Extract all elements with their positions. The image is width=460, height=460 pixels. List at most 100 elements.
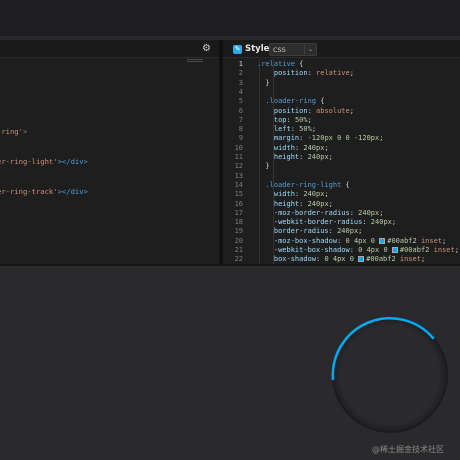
code-line: .loader-ring-light { [257, 180, 350, 190]
code-token: 240px [337, 227, 359, 236]
line-number: 22 [234, 255, 243, 264]
line-number: 20 [234, 236, 243, 245]
code-line: left: 50%; [257, 125, 316, 134]
line-number: 6 [238, 106, 243, 115]
line-number: 11 [234, 153, 243, 161]
code-token: -webkit-border-radius [257, 218, 363, 227]
code-token: .relative [257, 60, 295, 68]
gear-icon[interactable]: ⚙ [202, 42, 211, 56]
code-token: width [257, 143, 295, 152]
html-editor-pane[interactable]: ⚙ -ring'> er-ring-light'></div> er-ring-… [0, 40, 219, 264]
code-line: box-shadow: 0 4px 0 #00abf2 inset; [257, 255, 425, 264]
line-number-gutter: 1 2 3 4 5 6 7 8 9 10 11 12 13 14 15 16 17 18 19 20 21 22 [223, 59, 247, 264]
line-number: 5 [238, 97, 243, 106]
code-line: top: 50%; [257, 116, 312, 125]
code-token: { [316, 97, 325, 106]
code-line: margin: -120px 0 0 -120px; [257, 134, 384, 143]
line-number: 2 [238, 69, 243, 78]
code-line: height: 240px; [257, 200, 333, 209]
code-token: : [349, 208, 359, 217]
css-editor-pane[interactable]: ✎ Style CSS ⌄ 1 2 3 4 5 6 7 8 9 10 11 12 13 14 15 16 17 1… [223, 40, 460, 264]
code-line: width: 240px; [257, 144, 329, 153]
code-token: ; [454, 246, 459, 254]
line-number: 8 [238, 125, 243, 134]
code-line: -moz-border-radius: 240px; [257, 208, 384, 218]
code-token: ; [311, 125, 317, 134]
line-number: 19 [234, 227, 243, 236]
line-number: 12 [234, 162, 243, 171]
code-token: relative [316, 69, 350, 78]
code-token: -moz-box-shadow [257, 236, 338, 245]
line-number: 9 [238, 134, 243, 143]
chevron-down-icon[interactable]: ⌄ [304, 44, 316, 55]
code-token: margin [257, 134, 300, 143]
code-line: -moz-box-shadow: 0 4px 0 #00abf2 inset; [257, 237, 446, 246]
code-token: 240px [303, 190, 325, 199]
code-token: inset [395, 255, 421, 264]
code-token: inset [416, 236, 443, 245]
code-token: .loader-ring-light [257, 180, 342, 189]
code-token: 50% [294, 115, 308, 124]
code-token: ; [391, 218, 397, 227]
code-token: : [290, 125, 300, 134]
code-token: height [257, 153, 300, 161]
html-editor-header: ⚙ [0, 40, 219, 58]
color-swatch[interactable] [358, 256, 365, 263]
code-line: } [257, 78, 270, 88]
language-select[interactable]: CSS ⌄ [269, 43, 317, 56]
css-code-area[interactable]: 1 2 3 4 5 6 7 8 9 10 11 12 13 14 15 16 17 18 19 20 21 22 .rel… [223, 59, 460, 264]
code-token: -120px 0 0 -120px [307, 134, 380, 143]
code-token: ; [324, 143, 329, 152]
line-number: 18 [234, 218, 243, 227]
code-token: -moz-border-radius [257, 208, 350, 217]
code-token: top [257, 115, 287, 124]
code-token: : [362, 218, 371, 227]
code-token: 0 4px 0 [345, 236, 380, 245]
html-code-line: -ring'> [0, 127, 28, 136]
color-swatch[interactable] [379, 237, 386, 244]
code-token: absolute [316, 106, 350, 115]
html-code-lines: -ring'> er-ring-light'></div> er-ring-tr… [0, 107, 88, 217]
line-number: 16 [234, 199, 243, 208]
code-line: position: absolute; [257, 107, 354, 116]
style-icon: ✎ [233, 45, 242, 54]
code-token: position [257, 106, 308, 115]
code-token: #00abf2 [366, 255, 396, 264]
code-line: .relative { [257, 60, 303, 69]
code-token: inset [429, 246, 455, 254]
code-token: ; [328, 199, 333, 208]
code-token: : [337, 236, 346, 245]
code-token: -webkit-box-shadow [257, 246, 350, 254]
top-toolbar [0, 0, 460, 36]
css-panel-title: Style [245, 44, 270, 54]
code-token: } [257, 162, 270, 171]
code-token: 240px [303, 143, 325, 152]
code-token: 0 4px 0 [358, 246, 392, 254]
code-line: width: 240px; [257, 190, 329, 199]
code-token: { [341, 180, 350, 189]
code-line: height: 240px; [257, 153, 333, 162]
code-token: #00abf2 [387, 236, 417, 245]
code-token: 240px [307, 199, 329, 208]
code-token: : [299, 199, 308, 208]
code-line: position: relative; [257, 69, 354, 78]
code-token: } [257, 78, 270, 87]
code-token: : [349, 246, 359, 254]
line-number: 7 [238, 115, 243, 124]
line-number: 15 [234, 190, 243, 199]
code-token: 240px [358, 208, 380, 217]
line-number: 10 [234, 143, 243, 152]
code-token: ; [358, 227, 363, 236]
html-code-line: er-ring-light'></div> [0, 157, 88, 166]
code-token: width [257, 190, 295, 199]
code-token: 240px [370, 218, 392, 227]
code-token: left [257, 125, 291, 134]
code-token: { [294, 60, 304, 68]
minimap[interactable] [187, 59, 203, 63]
code-token: : [307, 69, 317, 78]
color-swatch[interactable] [391, 247, 398, 253]
code-token: : [286, 115, 295, 124]
code-token: ; [328, 153, 333, 161]
loader-ring [331, 317, 448, 433]
code-line: -webkit-box-shadow: 0 4px 0 #00abf2 inse… [257, 246, 459, 255]
